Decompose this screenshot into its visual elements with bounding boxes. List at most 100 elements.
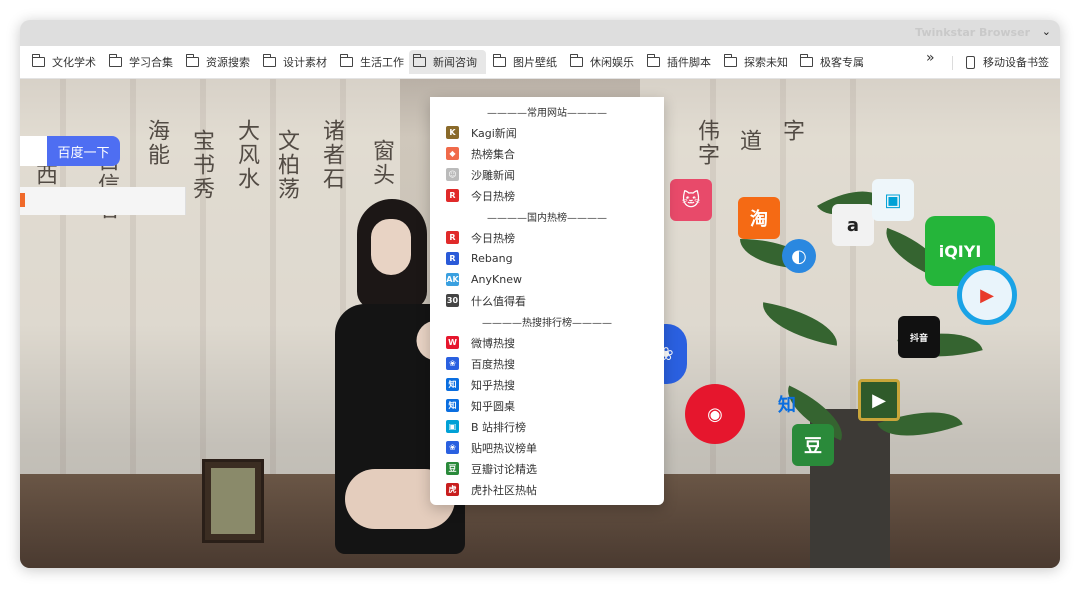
title-bar: Twinkstar Browser ⌄	[20, 20, 1060, 46]
folder-icon	[262, 54, 276, 67]
qq-browser-icon[interactable]: ◐	[782, 239, 816, 273]
folder-icon	[339, 54, 353, 67]
bilibili-icon: ▣	[446, 420, 459, 433]
calligraphy-scroll: 字	[779, 119, 804, 143]
calligraphy-scroll: 道	[736, 129, 761, 153]
more-bookmarks-icon[interactable]: »	[926, 50, 935, 66]
weibo-icon[interactable]: ◉	[685, 384, 745, 444]
menu-item[interactable]: 知知乎热搜	[430, 374, 664, 395]
douban-icon[interactable]: 豆	[792, 424, 834, 466]
menu-item[interactable]: W 微博热搜	[430, 332, 664, 353]
bookmark-folder-label: 设计素材	[283, 56, 327, 69]
taobao-icon[interactable]: 淘	[738, 197, 780, 239]
menu-item-label: B 站排行榜	[471, 420, 527, 434]
menu-section-header: ————热搜排行榜————	[430, 311, 664, 332]
zhihu-icon[interactable]: 知	[770, 389, 804, 419]
bookmark-folder[interactable]: 新闻咨询	[409, 50, 486, 74]
calligraphy-scroll: 文柏荡	[274, 129, 299, 201]
mobile-bookmarks[interactable]: 移动设备书签	[966, 50, 1049, 74]
picture-frame	[202, 459, 264, 543]
bookmark-folder[interactable]: 资源搜索	[182, 50, 254, 74]
phone-icon	[966, 55, 975, 69]
bookmark-folder-label: 图片壁纸	[513, 56, 557, 69]
youku-icon[interactable]: ▶	[957, 265, 1017, 325]
menu-item[interactable]: ▣ B 站排行榜	[430, 416, 664, 437]
search-button[interactable]: 百度一下	[47, 136, 120, 166]
menu-item[interactable]: 豆豆瓣讨论精选	[430, 458, 664, 479]
menu-item[interactable]: ☺ 沙雕新闻	[430, 164, 664, 185]
hupu-icon: 虎	[446, 483, 459, 496]
calligraphy-scroll: 大风水	[234, 119, 259, 191]
weibo-icon: W	[446, 336, 459, 349]
bookmark-folder[interactable]: 设计素材	[259, 50, 331, 74]
menu-item[interactable]: AK AnyKnew	[430, 269, 664, 290]
shadiao-icon: ☺	[446, 168, 459, 181]
folder-icon	[412, 54, 426, 67]
menu-item[interactable]: 30 什么值得看	[430, 290, 664, 311]
menu-item[interactable]: ❀ 百度热搜	[430, 353, 664, 374]
menu-item[interactable]: ❀ 贴吧热议榜单	[430, 437, 664, 458]
search-input[interactable]	[20, 136, 47, 166]
zhihu-icon: 知	[446, 399, 459, 412]
bookmark-folder[interactable]: 文化学术	[28, 50, 100, 74]
jinri-rebang-icon: R	[446, 189, 459, 202]
zhihu-icon: 知	[446, 378, 459, 391]
menu-item[interactable]: 知知乎圆桌	[430, 395, 664, 416]
folder-icon	[31, 54, 45, 67]
anyknew-icon: AK	[446, 273, 459, 286]
classroom-icon[interactable]: ▶	[858, 379, 900, 421]
menu-item[interactable]: R 今日热榜	[430, 185, 664, 206]
section-label: ————热搜排行榜————	[482, 318, 612, 329]
folder-icon	[799, 54, 813, 67]
amazon-icon[interactable]: a	[832, 204, 874, 246]
bookmark-folder[interactable]: 生活工作	[336, 50, 408, 74]
bookmark-folder-label: 文化学术	[52, 56, 96, 69]
profile-name[interactable]: Twinkstar Browser	[915, 26, 1030, 39]
jinri-rebang-icon: R	[446, 231, 459, 244]
bookmark-folder[interactable]: 插件脚本	[643, 50, 715, 74]
menu-item[interactable]: ◆ 热榜集合	[430, 143, 664, 164]
bookmark-folder[interactable]: 学习合集	[105, 50, 177, 74]
calligraphy-scroll: 伟字	[694, 119, 719, 167]
news-folder-dropdown: ————常用网站———— K Kagi新闻 ◆ 热榜集合 ☺ 沙雕新闻 R 今日热榜 ————国内…	[430, 97, 664, 505]
menu-item-label: 知乎圆桌	[471, 399, 515, 413]
suggestion-logo-icon	[20, 193, 25, 207]
rebang-collection-icon: ◆	[446, 147, 459, 160]
menu-item-label: 热榜集合	[471, 147, 515, 161]
menu-item-label: Rebang	[471, 252, 513, 265]
bookmark-folder[interactable]: 休闲娱乐	[566, 50, 638, 74]
menu-item-label: 今日热榜	[471, 189, 515, 203]
menu-item[interactable]: R 今日热榜	[430, 227, 664, 248]
menu-section-header: ————常用网站————	[430, 101, 664, 122]
folder-icon	[185, 54, 199, 67]
menu-item-label: 贴吧热议榜单	[471, 441, 537, 455]
bookmark-folder-label: 生活工作	[360, 56, 404, 69]
bookmark-folder-label: 资源搜索	[206, 56, 250, 69]
kagi-icon: K	[446, 126, 459, 139]
menu-item[interactable]: K Kagi新闻	[430, 122, 664, 143]
tmall-icon[interactable]: 🐱	[670, 179, 712, 221]
menu-item[interactable]: R Rebang	[430, 248, 664, 269]
chevron-down-icon[interactable]: ⌄	[1042, 25, 1051, 38]
menu-item-label: 百度热搜	[471, 357, 515, 371]
bookmark-folder-label: 插件脚本	[667, 56, 711, 69]
bookmarks-divider	[952, 56, 953, 70]
browser-window: Twinkstar Browser ⌄ 文化学术 学习合集 资源搜索 设计素材 生活工作…	[20, 20, 1060, 568]
search-suggestion-bar[interactable]	[20, 187, 186, 215]
menu-section-header: ————国内热榜————	[430, 206, 664, 227]
menu-item[interactable]: 虎虎扑社区热帖	[430, 479, 664, 500]
folder-icon	[569, 54, 583, 67]
tieba-icon: ❀	[446, 441, 459, 454]
douyin-icon[interactable]: 抖音	[898, 316, 940, 358]
bookmark-folder[interactable]: 极客专属	[796, 50, 868, 74]
menu-item-label: 虎扑社区热帖	[471, 483, 537, 497]
bookmark-folder[interactable]: 图片壁纸	[489, 50, 561, 74]
menu-item-label: AnyKnew	[471, 273, 522, 286]
bookmark-folder[interactable]: 探索未知	[720, 50, 792, 74]
menu-item-label: 今日热榜	[471, 231, 515, 245]
bookmarks-bar: 文化学术 学习合集 资源搜索 设计素材 生活工作 新闻咨询 图片壁纸 休闲娱乐 插件脚本 探索未知…	[20, 46, 1060, 79]
bilibili-icon[interactable]: ▣	[872, 179, 914, 221]
menu-item-label: 豆瓣讨论精选	[471, 462, 537, 476]
douban-icon: 豆	[446, 462, 459, 475]
menu-item-label: 沙雕新闻	[471, 168, 515, 182]
